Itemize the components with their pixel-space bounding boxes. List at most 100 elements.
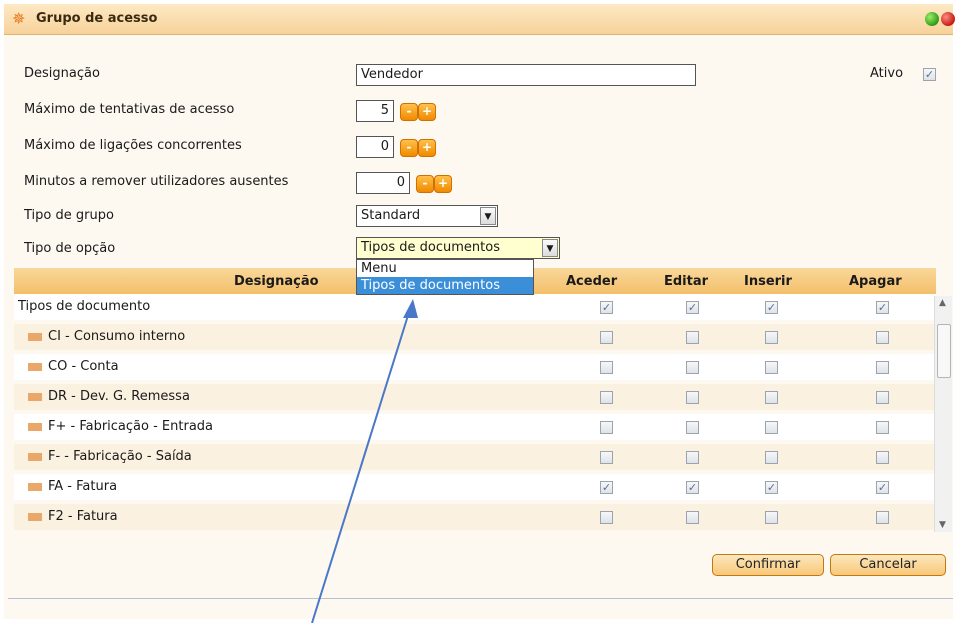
apagar-checkbox[interactable] [876, 391, 889, 404]
dropdown-option-menu[interactable]: Menu [357, 260, 533, 277]
folder-icon [28, 333, 42, 341]
minutos-label: Minutos a remover utilizadores ausentes [24, 174, 289, 189]
bottom-divider [8, 598, 953, 599]
editar-checkbox[interactable] [686, 391, 699, 404]
scroll-down-icon[interactable]: ▼ [939, 520, 946, 530]
table-row[interactable]: FA - Fatura [14, 474, 936, 500]
designacao-label: Designação [24, 66, 100, 81]
folder-icon [28, 453, 42, 461]
app-icon: ✵ [12, 9, 26, 28]
table-row[interactable]: CO - Conta [14, 354, 936, 380]
editar-checkbox[interactable] [686, 481, 699, 494]
column-header-aceder[interactable]: Aceder [566, 274, 617, 289]
vertical-scrollbar[interactable]: ▲ ▼ [934, 296, 952, 532]
row-label: FA - Fatura [48, 479, 118, 494]
max-ligacoes-label: Máximo de ligações concorrentes [24, 138, 242, 153]
inserir-checkbox[interactable] [765, 301, 778, 314]
increment-button[interactable]: + [434, 175, 452, 193]
apagar-checkbox[interactable] [876, 421, 889, 434]
editar-checkbox[interactable] [686, 331, 699, 344]
aceder-checkbox[interactable] [600, 361, 613, 374]
decrement-button[interactable]: - [416, 175, 434, 193]
scrollbar-thumb[interactable] [937, 324, 951, 378]
row-label: F- - Fabricação - Saída [48, 449, 192, 464]
table-row[interactable]: F- - Fabricação - Saída [14, 444, 936, 470]
table-row[interactable]: F+ - Fabricação - Entrada [14, 414, 936, 440]
max-ligacoes-input[interactable]: 0 [356, 136, 394, 158]
ativo-label: Ativo [870, 66, 904, 81]
aceder-checkbox[interactable] [600, 421, 613, 434]
ativo-checkbox[interactable] [923, 68, 936, 81]
column-header-inserir[interactable]: Inserir [744, 274, 792, 289]
close-icon[interactable] [941, 12, 955, 26]
table-row[interactable]: Tipos de documento [14, 294, 936, 320]
aceder-checkbox[interactable] [600, 481, 613, 494]
folder-icon [28, 483, 42, 491]
row-label: CI - Consumo interno [48, 329, 186, 344]
inserir-checkbox[interactable] [765, 331, 778, 344]
tipo-grupo-value: Standard [361, 208, 421, 223]
editar-checkbox[interactable] [686, 421, 699, 434]
access-group-window: ✵ Grupo de acesso Designação Vendedor At… [4, 4, 955, 619]
cancel-button[interactable]: Cancelar [830, 554, 946, 576]
editar-checkbox[interactable] [686, 301, 699, 314]
row-label: F2 - Fatura [48, 509, 118, 524]
row-label: CO - Conta [48, 359, 119, 374]
tipo-opcao-select[interactable]: Tipos de documentos ▼ [356, 237, 560, 259]
column-header-designacao[interactable]: Designação [234, 274, 319, 289]
tipo-grupo-select[interactable]: Standard ▼ [356, 205, 498, 227]
folder-icon [28, 363, 42, 371]
tipo-grupo-label: Tipo de grupo [24, 208, 114, 223]
scroll-up-icon[interactable]: ▲ [939, 298, 946, 308]
column-header-editar[interactable]: Editar [664, 274, 708, 289]
inserir-checkbox[interactable] [765, 451, 778, 464]
row-label: DR - Dev. G. Remessa [48, 389, 190, 404]
decrement-button[interactable]: - [400, 103, 418, 121]
editar-checkbox[interactable] [686, 361, 699, 374]
permissions-table: Tipos de documento CI - Consumo interno CO… [14, 294, 936, 534]
maximize-icon[interactable] [925, 12, 939, 26]
decrement-button[interactable]: - [400, 139, 418, 157]
designacao-input[interactable]: Vendedor [356, 64, 696, 86]
row-label: F+ - Fabricação - Entrada [48, 419, 214, 434]
confirm-button[interactable]: Confirmar [712, 554, 824, 576]
apagar-checkbox[interactable] [876, 451, 889, 464]
folder-icon [28, 393, 42, 401]
dropdown-option-tipos-documentos[interactable]: Tipos de documentos [357, 277, 533, 294]
max-tentativas-label: Máximo de tentativas de acesso [24, 102, 235, 117]
table-row[interactable]: DR - Dev. G. Remessa [14, 384, 936, 410]
tipo-opcao-label: Tipo de opção [24, 241, 116, 256]
tipo-opcao-dropdown-list: Menu Tipos de documentos [356, 259, 534, 295]
inserir-checkbox[interactable] [765, 511, 778, 524]
increment-button[interactable]: + [418, 139, 436, 157]
minutos-input[interactable]: 0 [356, 172, 410, 194]
aceder-checkbox[interactable] [600, 511, 613, 524]
apagar-checkbox[interactable] [876, 331, 889, 344]
folder-icon [28, 423, 42, 431]
inserir-checkbox[interactable] [765, 481, 778, 494]
folder-icon [28, 513, 42, 521]
tipo-opcao-value: Tipos de documentos [361, 240, 500, 255]
aceder-checkbox[interactable] [600, 301, 613, 314]
max-tentativas-input[interactable]: 5 [356, 100, 394, 122]
aceder-checkbox[interactable] [600, 451, 613, 464]
inserir-checkbox[interactable] [765, 391, 778, 404]
window-title: Grupo de acesso [36, 11, 158, 26]
aceder-checkbox[interactable] [600, 391, 613, 404]
apagar-checkbox[interactable] [876, 361, 889, 374]
inserir-checkbox[interactable] [765, 361, 778, 374]
increment-button[interactable]: + [418, 103, 436, 121]
editar-checkbox[interactable] [686, 511, 699, 524]
apagar-checkbox[interactable] [876, 511, 889, 524]
table-row[interactable]: CI - Consumo interno [14, 324, 936, 350]
aceder-checkbox[interactable] [600, 331, 613, 344]
table-row[interactable]: F2 - Fatura [14, 504, 936, 530]
title-bar: ✵ Grupo de acesso [4, 4, 955, 35]
inserir-checkbox[interactable] [765, 421, 778, 434]
column-header-apagar[interactable]: Apagar [849, 274, 902, 289]
editar-checkbox[interactable] [686, 451, 699, 464]
chevron-down-icon[interactable]: ▼ [542, 239, 558, 257]
chevron-down-icon[interactable]: ▼ [480, 207, 496, 225]
apagar-checkbox[interactable] [876, 301, 889, 314]
apagar-checkbox[interactable] [876, 481, 889, 494]
